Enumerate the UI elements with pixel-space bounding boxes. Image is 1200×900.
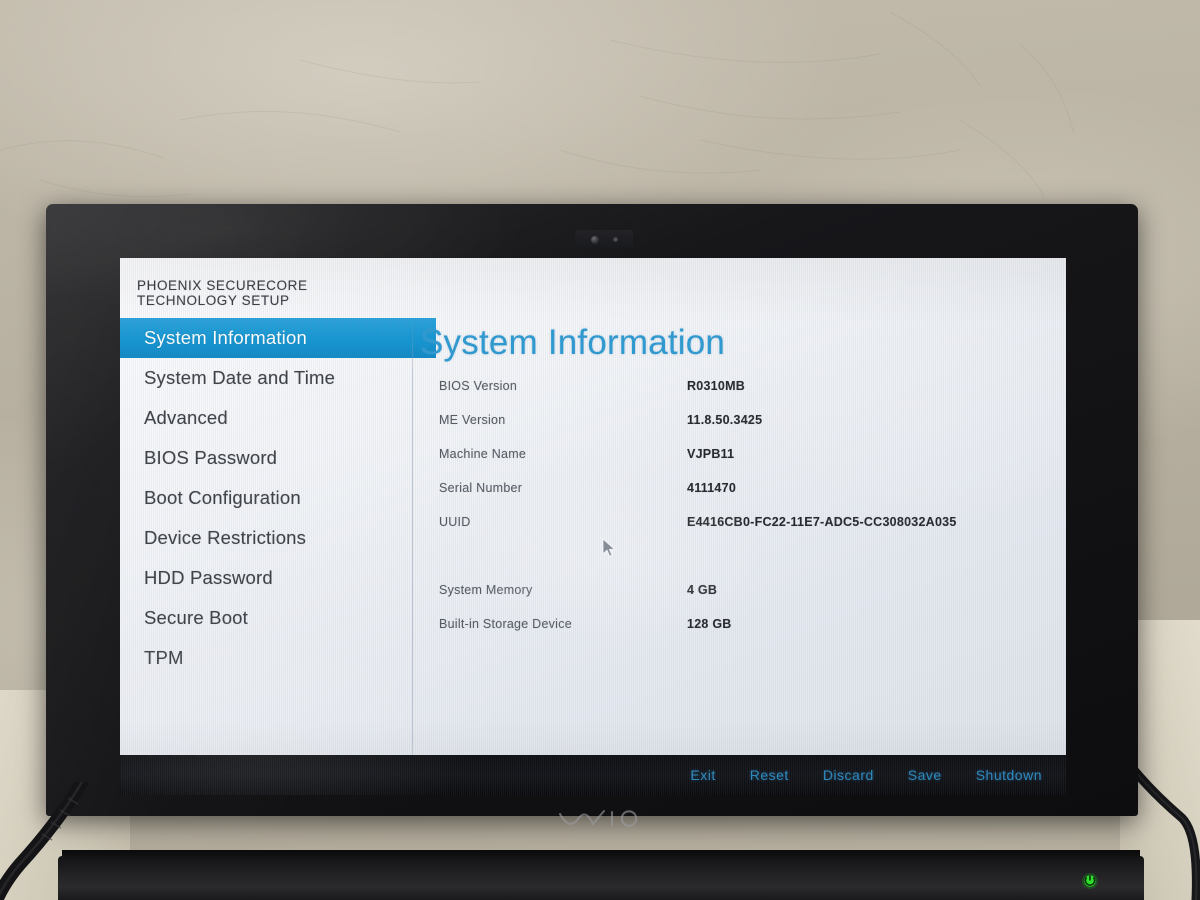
vaio-logo-icon <box>558 809 638 827</box>
info-row-built-in-storage-device: Built-in Storage Device 128 GB <box>421 617 1056 651</box>
bios-sidebar: System Information System Date and Time … <box>120 318 436 795</box>
photo-scene: PHOENIX SECURECORE TECHNOLOGY SETUP Syst… <box>0 0 1200 900</box>
info-label: ME Version <box>439 413 506 427</box>
reset-button[interactable]: Reset <box>750 767 789 783</box>
info-row-uuid: UUID E4416CB0-FC22-11E7-ADC5-CC308032A03… <box>421 515 1056 549</box>
info-value: 4 GB <box>687 583 718 597</box>
bios-setup-ui: PHOENIX SECURECORE TECHNOLOGY SETUP Syst… <box>120 258 1066 795</box>
webcam-icon <box>575 230 633 248</box>
info-value: 11.8.50.3425 <box>687 413 763 427</box>
info-value: 128 GB <box>687 617 732 631</box>
laptop-screen: PHOENIX SECURECORE TECHNOLOGY SETUP Syst… <box>120 258 1066 795</box>
webcam-lens-icon <box>591 236 599 244</box>
sidebar-item-hdd-password[interactable]: HDD Password <box>120 558 412 598</box>
info-row-me-version: ME Version 11.8.50.3425 <box>421 413 1056 447</box>
info-label: System Memory <box>439 583 533 597</box>
sidebar-item-label: Boot Configuration <box>144 487 301 508</box>
sidebar-item-label: System Date and Time <box>144 367 336 388</box>
sidebar-item-advanced[interactable]: Advanced <box>120 398 412 438</box>
bios-content-pane: System Information BIOS Version R0310MB … <box>413 318 1066 753</box>
sidebar-item-bios-password[interactable]: BIOS Password <box>120 438 412 478</box>
info-row-machine-name: Machine Name VJPB11 <box>421 447 1056 481</box>
power-cable-left <box>0 782 89 900</box>
discard-button[interactable]: Discard <box>823 767 874 783</box>
info-label: UUID <box>439 515 471 529</box>
table-spacer <box>421 549 1056 583</box>
sidebar-item-tpm[interactable]: TPM <box>120 638 412 678</box>
page-title: System Information <box>420 323 726 362</box>
laptop-base <box>58 856 1144 900</box>
bios-brand-header: PHOENIX SECURECORE TECHNOLOGY SETUP <box>137 278 308 308</box>
sidebar-item-secure-boot[interactable]: Secure Boot <box>120 598 412 638</box>
bios-action-bar: Exit Reset Discard Save Shutdown <box>120 755 1066 795</box>
sidebar-item-label: Advanced <box>144 407 228 428</box>
sidebar-item-label: System Information <box>144 327 307 348</box>
info-label: Serial Number <box>439 481 523 495</box>
sidebar-item-label: BIOS Password <box>144 447 278 468</box>
sidebar-item-label: Secure Boot <box>144 607 249 628</box>
sidebar-item-system-date-and-time[interactable]: System Date and Time <box>120 358 412 398</box>
mouse-cursor-icon <box>602 538 615 557</box>
exit-button[interactable]: Exit <box>690 767 715 783</box>
info-row-bios-version: BIOS Version R0310MB <box>421 379 1056 413</box>
sidebar-item-label: HDD Password <box>144 567 273 588</box>
info-row-system-memory: System Memory 4 GB <box>421 583 1056 617</box>
sidebar-item-system-information[interactable]: System Information <box>120 318 436 358</box>
info-label: Built-in Storage Device <box>439 617 572 631</box>
sidebar-item-boot-configuration[interactable]: Boot Configuration <box>120 478 412 518</box>
power-led-icon <box>1082 873 1098 889</box>
info-label: BIOS Version <box>439 379 518 393</box>
sidebar-item-label: TPM <box>144 647 184 668</box>
info-value: E4416CB0-FC22-11E7-ADC5-CC308032A035 <box>687 515 957 529</box>
save-button[interactable]: Save <box>908 767 942 783</box>
sidebar-content-divider <box>412 318 413 795</box>
shutdown-button[interactable]: Shutdown <box>976 767 1042 783</box>
sidebar-item-label: Device Restrictions <box>144 527 307 548</box>
info-label: Machine Name <box>439 447 527 461</box>
info-value: R0310MB <box>687 379 746 393</box>
info-row-serial-number: Serial Number 4111470 <box>421 481 1056 515</box>
system-information-table: BIOS Version R0310MB ME Version 11.8.50.… <box>421 379 1056 651</box>
sidebar-item-device-restrictions[interactable]: Device Restrictions <box>120 518 412 558</box>
webcam-indicator-icon <box>613 237 618 242</box>
info-value: VJPB11 <box>687 447 735 461</box>
info-value: 4111470 <box>687 481 737 495</box>
